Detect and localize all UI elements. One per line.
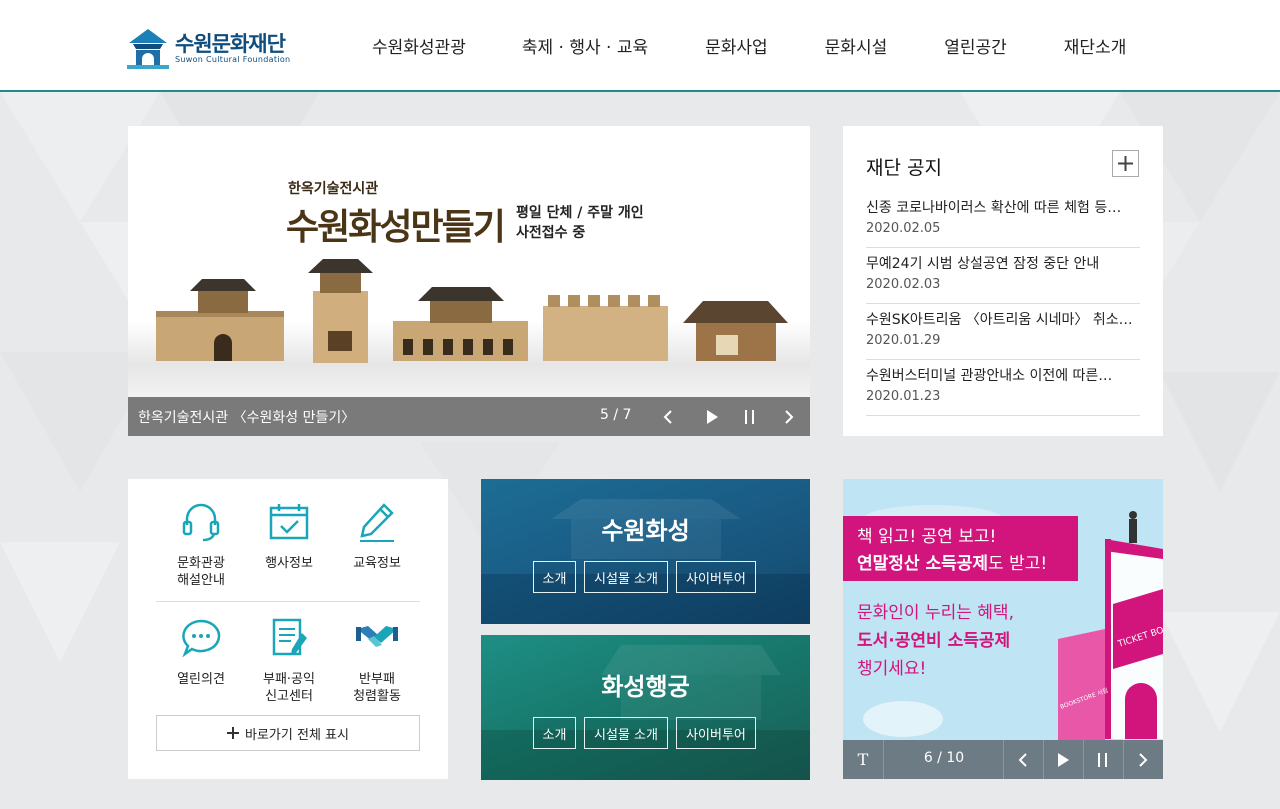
banner-subtext: 문화인이 누리는 혜택, 도서·공연비 소득공제 챙기세요!: [857, 603, 1014, 679]
text-toggle-label: T: [857, 750, 869, 769]
quick-link-anti-corruption[interactable]: 반부패 청렴활동: [332, 615, 422, 705]
card-facilities-button[interactable]: 시설물 소개: [584, 717, 668, 749]
notice-item[interactable]: 무예24기 시범 상설공연 잠정 중단 안내 2020.02.03: [866, 248, 1140, 304]
headset-icon: [182, 503, 220, 542]
banner-next-button[interactable]: [1123, 740, 1163, 779]
quick-link-label: 반부패 청렴활동: [353, 672, 401, 704]
calendar-check-icon: [269, 504, 309, 540]
notice-item-date: 2020.01.23: [866, 389, 941, 404]
card-hwaseong-haenggung: 화성행궁 소개 시설물 소개 사이버투어: [481, 635, 810, 780]
card-buttons: 소개 시설물 소개 사이버투어: [533, 717, 764, 749]
slide-subtitle: 한옥기술전시관: [288, 181, 379, 197]
notice-item-title: 수원SK아트리움 〈아트리움 시네마〉 취소…: [866, 312, 1133, 328]
slide-pause-button[interactable]: [730, 397, 770, 436]
chevron-left-icon: [663, 409, 672, 424]
banner-control-bar: T 6 / 10: [843, 740, 1163, 779]
plus-icon: [1118, 156, 1133, 171]
notice-title: 재단 공지: [866, 157, 942, 179]
card-suwon-hwaseong: 수원화성 소개 시설물 소개 사이버투어: [481, 479, 810, 624]
card-cybertour-button[interactable]: 사이버투어: [676, 717, 756, 749]
chevron-left-icon: [1018, 752, 1027, 767]
notice-item-title: 무예24기 시범 상설공연 잠정 중단 안내: [866, 256, 1100, 272]
main-visual-slider: 한옥기술전시관 수원화성만들기 평일 단체 / 주말 개인 사전접수 중 한옥기…: [128, 126, 810, 436]
pause-icon: [745, 409, 754, 424]
quick-link-label: 행사정보: [265, 556, 313, 571]
banner-prev-button[interactable]: [1003, 740, 1043, 779]
nav-festival[interactable]: 축제 · 행사 · 교육: [522, 33, 648, 58]
quick-link-corruption-report[interactable]: 부패·공익 신고센터: [244, 615, 334, 705]
nav-about[interactable]: 재단소개: [1064, 33, 1127, 58]
plus-icon: [227, 727, 240, 739]
quick-link-tour-guide[interactable]: 문화관광 해설안내: [156, 499, 246, 589]
notice-item[interactable]: 신종 코로나바이러스 확산에 따른 체험 등… 2020.02.05: [866, 192, 1140, 248]
slide-note: 평일 단체 / 주말 개인 사전접수 중: [516, 205, 644, 241]
main-nav: 수원화성관광 축제 · 행사 · 교육 문화사업 문화시설 열린공간 재단소개: [345, 0, 1126, 90]
card-title: 화성행궁: [601, 673, 690, 701]
slide-next-button[interactable]: [769, 397, 809, 436]
document-icon: [272, 618, 307, 656]
show-all-shortcuts-button[interactable]: 바로가기 전체 표시: [156, 715, 420, 751]
nav-open-space[interactable]: 열린공간: [944, 33, 1007, 58]
card-buttons: 소개 시설물 소개 사이버투어: [533, 561, 764, 593]
promo-banner[interactable]: TICKET BO BOOKSTORE 서점 책 읽고! 공연 보고! 연말정산…: [843, 479, 1163, 779]
quick-link-label: 교육정보: [353, 556, 401, 571]
nav-tourism[interactable]: 수원화성관광: [372, 33, 466, 58]
slide-caption: 한옥기술전시관 〈수원화성 만들기〉: [138, 410, 356, 426]
nav-facilities[interactable]: 문화시설: [825, 33, 888, 58]
notice-item-title: 신종 코로나바이러스 확산에 따른 체험 등…: [866, 200, 1122, 216]
notice-item-title: 수원버스터미널 관광안내소 이전에 따른…: [866, 368, 1113, 384]
notice-panel: 재단 공지 신종 코로나바이러스 확산에 따른 체험 등… 2020.02.05…: [843, 126, 1163, 436]
slide-counter: 5 / 7: [600, 407, 632, 423]
pause-icon: [1098, 752, 1107, 767]
divider: [883, 740, 884, 779]
play-icon: [1058, 752, 1069, 767]
pencil-icon: [360, 503, 394, 542]
fortress-models-illustration: [156, 259, 788, 363]
play-icon: [707, 409, 718, 424]
card-cybertour-button[interactable]: 사이버투어: [676, 561, 756, 593]
chevron-right-icon: [1139, 752, 1148, 767]
handshake-icon: [356, 626, 398, 647]
nav-culture-business[interactable]: 문화사업: [705, 33, 768, 58]
card-intro-button[interactable]: 소개: [533, 717, 576, 749]
banner-pause-button[interactable]: [1083, 740, 1123, 779]
banner-headline: 책 읽고! 공연 보고! 연말정산 소득공제도 받고!: [843, 516, 1078, 581]
notice-more-button[interactable]: [1112, 150, 1139, 177]
card-facilities-button[interactable]: 시설물 소개: [584, 561, 668, 593]
notice-item-date: 2020.02.03: [866, 277, 941, 292]
banner-play-button[interactable]: [1043, 740, 1083, 779]
notice-item-date: 2020.02.05: [866, 221, 941, 236]
notice-item[interactable]: 수원SK아트리움 〈아트리움 시네마〉 취소… 2020.01.29: [866, 304, 1140, 360]
speech-bubble-icon: [182, 619, 221, 658]
quick-link-events[interactable]: 행사정보: [244, 499, 334, 572]
notice-list: 신종 코로나바이러스 확산에 따른 체험 등… 2020.02.05 무예24기…: [866, 192, 1140, 416]
logo-korean: 수원문화재단: [175, 32, 286, 56]
slide-title: 수원화성만들기: [286, 207, 506, 248]
quick-link-label: 부패·공익 신고센터: [263, 672, 315, 704]
logo-english: Suwon Cultural Foundation: [175, 55, 291, 64]
notice-item[interactable]: 수원버스터미널 관광안내소 이전에 따른… 2020.01.23: [866, 360, 1140, 416]
card-title: 수원화성: [601, 517, 690, 545]
slide-prev-button[interactable]: [648, 397, 688, 436]
quick-link-opinion[interactable]: 열린의견: [156, 615, 246, 688]
slide-play-button[interactable]: [692, 397, 732, 436]
palace-silhouette-image: [481, 645, 810, 780]
site-logo[interactable]: 수원문화재단 Suwon Cultural Foundation: [127, 26, 317, 72]
quick-link-label: 문화관광 해설안내: [177, 556, 225, 588]
card-intro-button[interactable]: 소개: [533, 561, 576, 593]
foundation-logo-icon: [127, 29, 169, 69]
quick-link-label: 열린의견: [177, 672, 225, 687]
fortress-silhouette-image: [481, 499, 810, 624]
quick-links-panel: 문화관광 해설안내 행사정보 교육정보 열린의견 부패·공익 신고센터 반부패 …: [128, 479, 448, 779]
banner-counter: 6 / 10: [923, 750, 965, 766]
banner-text-toggle-button[interactable]: T: [843, 740, 883, 779]
slide-image[interactable]: 한옥기술전시관 수원화성만들기 평일 단체 / 주말 개인 사전접수 중: [128, 126, 810, 397]
notice-item-date: 2020.01.29: [866, 333, 941, 348]
slider-control-bar: 한옥기술전시관 〈수원화성 만들기〉 5 / 7: [128, 397, 810, 436]
site-header: 수원문화재단 Suwon Cultural Foundation 수원화성관광 …: [0, 0, 1280, 92]
chevron-right-icon: [785, 409, 794, 424]
quick-link-education[interactable]: 교육정보: [332, 499, 422, 572]
show-all-label: 바로가기 전체 표시: [245, 727, 349, 743]
divider: [156, 601, 420, 602]
